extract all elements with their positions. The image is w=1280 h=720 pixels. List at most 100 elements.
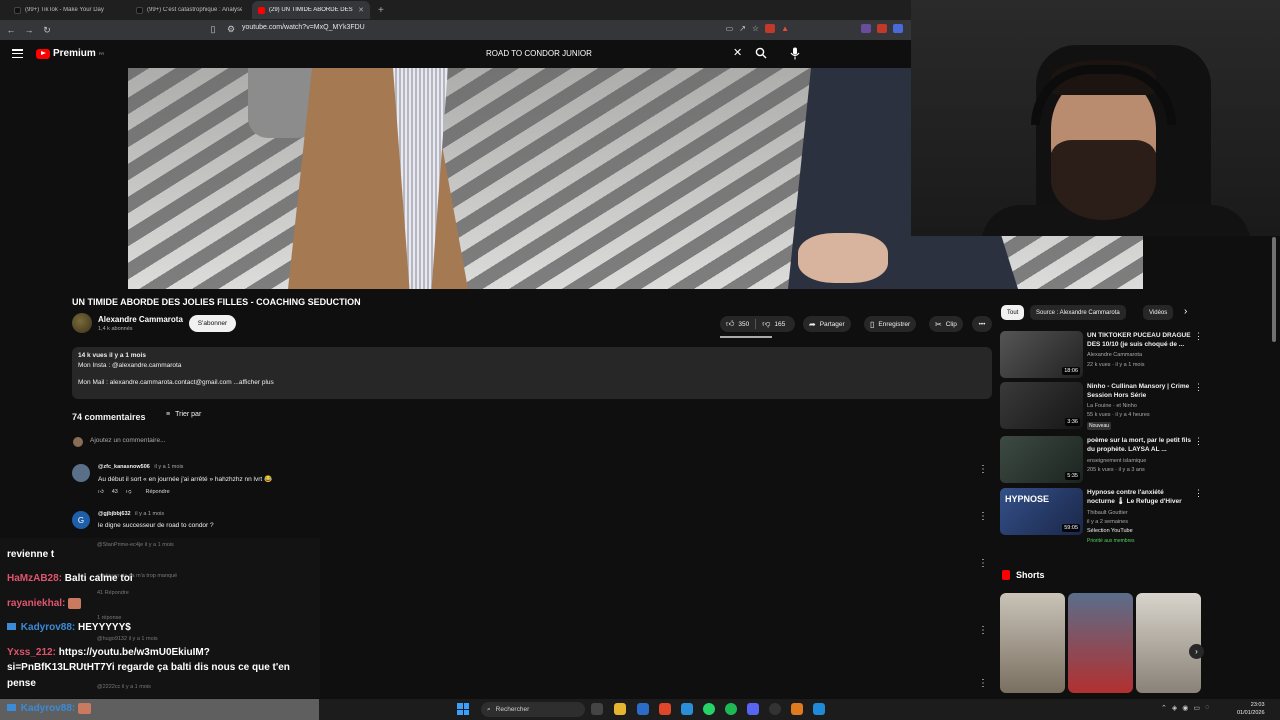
comment-menu-icon[interactable]: ⋮ [978,625,988,636]
extension-icon[interactable] [861,24,871,33]
tab-youtube-active[interactable]: (29) UN TIMIDE ABORDE DES JOLIE... ✕ [252,1,370,19]
windows-start-icon[interactable] [457,703,469,715]
microphone-icon[interactable] [790,47,800,60]
spotify-icon[interactable] [725,703,737,715]
video-thumbnail[interactable]: HYPNOSE 59:05 [1000,488,1083,535]
clip-button[interactable]: ✂ Clip [929,316,963,332]
recommendation-item[interactable]: 18:06 UN TIKTOKER PUCEAU DRAGUE DES 10/1… [1000,331,1205,381]
recommendation-title[interactable]: Ninho - Cullinan Mansory | Crime Session… [1087,382,1192,400]
video-thumbnail[interactable]: 18:06 [1000,331,1083,378]
url-field[interactable]: youtube.com/watch?v=MxQ_MYk3FDU [242,24,365,31]
subscribe-button[interactable]: S'abonner [189,315,236,332]
comment-menu-icon[interactable]: ⋮ [978,511,988,522]
recommendation-channel[interactable]: enseignement islamique [1087,458,1146,464]
thumbs-down-icon[interactable]: 👎︎ [126,489,132,495]
taskbar-search[interactable]: ⌕ Rechercher [481,702,585,717]
add-comment-input[interactable]: Ajoutez un commentaire... [90,437,166,444]
brave-shield-icon[interactable] [765,24,776,33]
file-explorer-icon[interactable] [614,703,626,715]
app-icon[interactable] [813,703,825,715]
recommendation-title[interactable]: UN TIKTOKER PUCEAU DRAGUE DES 10/10 (je … [1087,331,1192,349]
chevron-right-icon[interactable]: › [1184,306,1187,317]
recommendation-item[interactable]: HYPNOSE 59:05 Hypnose contre l'anxiété n… [1000,488,1205,548]
reply-button[interactable]: Répondre [145,489,169,495]
share-icon[interactable]: ↗ [739,24,746,33]
recommendation-channel[interactable]: Alexandre Cammarota [1087,352,1142,358]
new-tab-button[interactable]: + [374,5,388,16]
channel-avatar[interactable] [72,313,92,333]
reload-icon[interactable]: ↻ [42,25,52,36]
more-vertical-icon[interactable]: ⋮ [1194,331,1203,342]
alert-icon[interactable]: ▲ [781,24,789,33]
short-thumbnail[interactable] [1000,593,1065,693]
more-vertical-icon[interactable]: ⋮ [1194,488,1203,499]
comment-author[interactable]: @gjbjbbj632 [98,511,131,517]
save-button[interactable]: ▯ Enregistrer [864,316,917,332]
site-info-icon[interactable]: ⚙ [226,24,236,35]
star-icon[interactable]: ☆ [752,24,759,33]
channel-name[interactable]: Alexandre Cammarota [98,315,183,324]
thumbs-down-icon[interactable]: 👎︎ [762,319,770,329]
taskbar-clock[interactable]: 23:03 01/01/2026 [1237,701,1265,717]
more-actions-button[interactable]: ••• [972,316,992,332]
comment-author[interactable]: @zfc_kanasnow506 [98,464,150,470]
recommendation-channel[interactable]: La Fouine · et Ninho [1087,403,1137,409]
comment-menu-icon[interactable]: ⋮ [978,558,988,569]
task-view-icon[interactable] [591,703,603,715]
close-tab-icon[interactable]: ✕ [358,6,364,14]
comment-menu-icon[interactable]: ⋮ [978,464,988,475]
menu-icon[interactable] [12,49,23,58]
chevron-right-icon[interactable]: › [1189,644,1204,659]
discord-icon[interactable] [747,703,759,715]
recommendation-item[interactable]: 3:36 Ninho - Cullinan Mansory | Crime Se… [1000,382,1205,432]
clear-search-icon[interactable]: ✕ [733,46,742,59]
volume-icon[interactable]: ◉ [1182,704,1188,712]
obs-icon[interactable] [769,703,781,715]
chip-source[interactable]: Source : Alexandre Cammarota [1030,305,1126,320]
comment-menu-icon[interactable]: ⋮ [978,678,988,689]
extension-icon[interactable] [877,24,887,33]
app-icon[interactable] [791,703,803,715]
recommendation-title[interactable]: poème sur la mort, par le petit fils du … [1087,436,1192,454]
bookmark-icon[interactable]: ▯ [208,24,218,35]
short-thumbnail[interactable] [1068,593,1133,693]
comment-like-count: 43 [111,489,118,495]
display-icon[interactable]: ▭ [1193,704,1200,712]
video-thumbnail[interactable]: 5:35 [1000,436,1083,483]
wifi-icon[interactable]: ◌ [1205,704,1209,712]
search-input[interactable]: ROAD TO CONDOR JUNIOR [486,49,592,58]
more-vertical-icon[interactable]: ⋮ [1194,436,1203,447]
forward-icon[interactable]: → [24,25,34,35]
store-icon[interactable] [637,703,649,715]
tab-tiktok[interactable]: (99+) TikTok - Make Your Day [8,1,126,19]
youtube-premium-logo[interactable]: Premium FR [36,48,104,59]
brave-icon[interactable] [659,703,671,715]
chip-all[interactable]: Tout [1001,305,1025,320]
recommendation-channel[interactable]: Thibault Gouttier [1087,510,1128,516]
share-button[interactable]: ➦ Partager [803,316,851,332]
page-scrollbar[interactable] [1272,237,1276,342]
video-description[interactable]: 14 k vues il y a 1 mois Mon Insta : @ale… [72,347,992,399]
sort-comments-button[interactable]: ≡ Trier par [166,411,201,418]
chip-videos[interactable]: Vidéos [1143,305,1174,320]
short-thumbnail[interactable] [1136,593,1201,693]
thumbs-up-icon[interactable]: 👍︎ [726,319,734,329]
video-thumbnail[interactable]: 3:36 [1000,382,1083,429]
recommendation-item[interactable]: 5:35 poème sur la mort, par le petit fil… [1000,436,1205,486]
dislike-count[interactable]: 165 [774,321,785,328]
whatsapp-icon[interactable] [703,703,715,715]
comment-avatar[interactable] [72,464,90,482]
more-vertical-icon[interactable]: ⋮ [1194,382,1203,393]
app-icon[interactable] [681,703,693,715]
cast-icon[interactable]: ▭ [726,24,734,33]
recommendation-title[interactable]: Hypnose contre l'anxiété nocturne 🌡 Le R… [1087,488,1192,506]
back-icon[interactable]: ← [6,25,16,35]
search-icon[interactable] [755,47,767,59]
comment-avatar[interactable]: G [72,511,90,529]
thumbs-up-icon[interactable]: 👍︎ [98,489,104,495]
network-icon[interactable]: ◈ [1172,704,1177,712]
extension-icon[interactable] [893,24,903,33]
like-count[interactable]: 350 [738,321,749,328]
tab-analyse[interactable]: (99+) C'est catastrophique : Analyse o..… [130,1,248,19]
chevron-up-icon[interactable]: ⌃ [1161,704,1167,712]
